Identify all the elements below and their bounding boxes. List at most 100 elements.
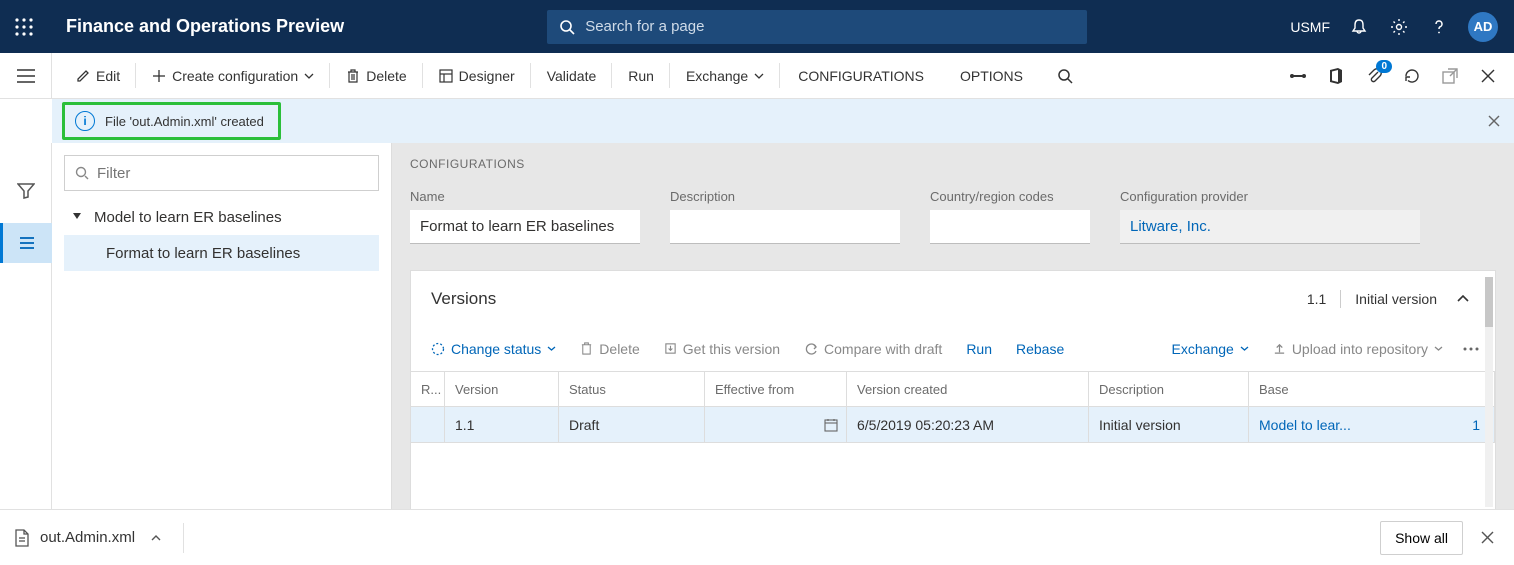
filter-box[interactable] bbox=[64, 155, 379, 191]
plus-icon bbox=[152, 69, 166, 83]
caret-down-icon bbox=[72, 211, 84, 223]
col-created[interactable]: Version created bbox=[847, 372, 1089, 406]
compare-icon bbox=[804, 342, 818, 356]
app-title: Finance and Operations Preview bbox=[66, 16, 344, 37]
avatar[interactable]: AD bbox=[1468, 12, 1498, 42]
change-status-dropdown[interactable]: Change status bbox=[421, 333, 566, 365]
designer-button[interactable]: Designer bbox=[423, 53, 531, 98]
create-configuration-button[interactable]: Create configuration bbox=[136, 53, 330, 98]
header-desc: Initial version bbox=[1355, 291, 1437, 307]
office-icon[interactable] bbox=[1324, 64, 1348, 88]
list-rail-icon[interactable] bbox=[0, 223, 52, 263]
exchange-label: Exchange bbox=[686, 68, 748, 84]
provider-label: Configuration provider bbox=[1120, 189, 1420, 204]
delete-button[interactable]: Delete bbox=[330, 53, 422, 98]
col-version[interactable]: Version bbox=[445, 372, 559, 406]
scrollbar[interactable] bbox=[1485, 277, 1493, 507]
name-label: Name bbox=[410, 189, 640, 204]
compare-button[interactable]: Compare with draft bbox=[794, 333, 952, 365]
chevron-down-icon bbox=[1240, 346, 1249, 351]
name-field[interactable] bbox=[410, 210, 640, 244]
upload-repo-button[interactable]: Upload into repository bbox=[1263, 333, 1453, 365]
search-icon bbox=[1057, 68, 1073, 84]
company-picker[interactable]: USMF bbox=[1290, 19, 1330, 35]
tree-child-row[interactable]: Format to learn ER baselines bbox=[64, 235, 379, 271]
provider-field[interactable] bbox=[1120, 210, 1420, 244]
cell-status: Draft bbox=[559, 407, 705, 442]
configurations-tab[interactable]: CONFIGURATIONS bbox=[780, 53, 942, 98]
col-status[interactable]: Status bbox=[559, 372, 705, 406]
close-icon[interactable] bbox=[1475, 525, 1500, 550]
filter-rail-icon[interactable] bbox=[12, 177, 40, 205]
section-title: CONFIGURATIONS bbox=[410, 157, 1496, 171]
region-label: Country/region codes bbox=[930, 189, 1090, 204]
refresh-icon[interactable] bbox=[1400, 64, 1424, 88]
description-field[interactable] bbox=[670, 210, 900, 244]
more-actions-icon[interactable] bbox=[1457, 347, 1485, 351]
popout-icon[interactable] bbox=[1438, 64, 1462, 88]
divider bbox=[1340, 290, 1341, 308]
col-base[interactable]: Base bbox=[1249, 372, 1495, 406]
run-label: Run bbox=[628, 68, 654, 84]
tree-child-label: Format to learn ER baselines bbox=[106, 245, 300, 262]
nav-hamburger-icon[interactable] bbox=[17, 69, 35, 83]
attachments-icon[interactable]: 0 bbox=[1362, 64, 1386, 88]
chevron-down-icon bbox=[304, 73, 314, 79]
bell-icon[interactable] bbox=[1348, 16, 1370, 38]
pencil-icon bbox=[76, 69, 90, 83]
get-version-button[interactable]: Get this version bbox=[654, 333, 790, 365]
message-highlight: i File 'out.Admin.xml' created bbox=[62, 102, 281, 140]
validate-button[interactable]: Validate bbox=[531, 53, 613, 98]
file-icon bbox=[14, 529, 30, 547]
rebase-label: Rebase bbox=[1016, 341, 1064, 357]
side-panel: Model to learn ER baselines Format to le… bbox=[52, 143, 392, 509]
app-launcher-icon[interactable] bbox=[8, 11, 40, 43]
message-close-icon[interactable] bbox=[1488, 115, 1500, 127]
version-run-label: Run bbox=[966, 341, 992, 357]
collapse-button[interactable] bbox=[1451, 287, 1475, 311]
calendar-icon[interactable] bbox=[824, 418, 838, 432]
options-tab[interactable]: OPTIONS bbox=[942, 53, 1041, 98]
version-exchange-dropdown[interactable]: Exchange bbox=[1162, 333, 1259, 365]
create-config-label: Create configuration bbox=[172, 68, 298, 84]
top-navbar: Finance and Operations Preview USMF AD bbox=[0, 0, 1514, 53]
search-input[interactable] bbox=[585, 18, 1075, 35]
close-icon[interactable] bbox=[1476, 64, 1500, 88]
version-run-button[interactable]: Run bbox=[956, 333, 1002, 365]
connector-icon[interactable] bbox=[1286, 64, 1310, 88]
chevron-down-icon bbox=[547, 346, 556, 351]
edit-label: Edit bbox=[96, 68, 120, 84]
designer-label: Designer bbox=[459, 68, 515, 84]
main-panel: CONFIGURATIONS Name Description Country/… bbox=[392, 143, 1514, 509]
rebase-button[interactable]: Rebase bbox=[1006, 333, 1074, 365]
edit-button[interactable]: Edit bbox=[60, 53, 136, 98]
col-effective[interactable]: Effective from bbox=[705, 372, 847, 406]
cell-version: 1.1 bbox=[445, 407, 559, 442]
region-field[interactable] bbox=[930, 210, 1090, 244]
info-icon: i bbox=[75, 111, 95, 131]
downloaded-file[interactable]: out.Admin.xml bbox=[14, 529, 161, 547]
col-description[interactable]: Description bbox=[1089, 372, 1249, 406]
cell-base[interactable]: Model to lear... 1 bbox=[1249, 407, 1495, 442]
cell-effective[interactable] bbox=[705, 407, 847, 442]
cell-description: Initial version bbox=[1089, 407, 1249, 442]
show-all-button[interactable]: Show all bbox=[1380, 521, 1463, 555]
run-button[interactable]: Run bbox=[612, 53, 670, 98]
help-icon[interactable] bbox=[1428, 16, 1450, 38]
header-version: 1.1 bbox=[1307, 291, 1326, 307]
tree-parent-row[interactable]: Model to learn ER baselines bbox=[64, 199, 379, 235]
exchange-dropdown[interactable]: Exchange bbox=[670, 53, 780, 98]
version-delete-label: Delete bbox=[599, 341, 639, 357]
actionbar-search-button[interactable] bbox=[1041, 53, 1089, 98]
chevron-up-icon[interactable] bbox=[151, 535, 161, 541]
filter-input[interactable] bbox=[97, 165, 368, 182]
gear-icon[interactable] bbox=[1388, 16, 1410, 38]
versions-card: Versions 1.1 Initial version Change stat… bbox=[410, 270, 1496, 509]
base-link: Model to lear... bbox=[1259, 417, 1351, 433]
table-row[interactable]: 1.1 Draft 6/5/2019 05:20:23 AM Initial v… bbox=[411, 407, 1495, 443]
col-rn[interactable]: R... bbox=[411, 372, 445, 406]
chevron-down-icon bbox=[754, 73, 764, 79]
attachment-badge: 0 bbox=[1376, 60, 1392, 73]
version-delete-button[interactable]: Delete bbox=[570, 333, 649, 365]
global-search[interactable] bbox=[547, 10, 1087, 44]
